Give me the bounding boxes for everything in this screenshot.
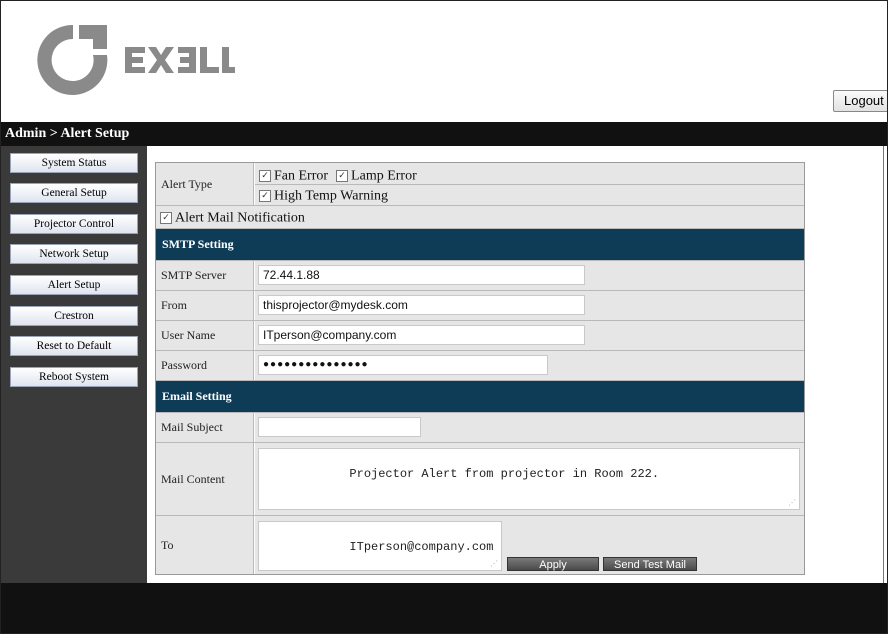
high-temp-warning-label: High Temp Warning: [274, 188, 389, 204]
from-cell: thisprojector@mydesk.com: [255, 291, 804, 320]
sidebar-item-network-setup[interactable]: Network Setup: [10, 244, 138, 264]
to-cell: ITperson@company.com ⋰ Apply Send Test M…: [255, 516, 804, 574]
mail-content-cell: Projector Alert from projector in Room 2…: [255, 443, 804, 515]
resize-grip-icon[interactable]: ⋰: [788, 498, 796, 507]
password-label: Password: [156, 351, 254, 380]
sidebar: System Status General Setup Projector Co…: [1, 146, 147, 583]
to-row: To ITperson@company.com ⋰ Apply Send Tes…: [156, 516, 804, 574]
sidebar-item-alert-setup[interactable]: Alert Setup: [10, 275, 138, 295]
alert-type-label: Alert Type: [156, 163, 254, 205]
alert-type-options: ✓ Fan Error ✓ Lamp Error ✓ High Temp Warnin…: [255, 163, 804, 205]
alert-mail-row: ✓ Alert Mail Notification: [156, 206, 804, 229]
from-input[interactable]: thisprojector@mydesk.com: [258, 295, 585, 315]
sidebar-item-system-status[interactable]: System Status: [10, 153, 138, 173]
user-name-row: User Name ITperson@company.com: [156, 321, 804, 351]
mail-subject-label: Mail Subject: [156, 413, 254, 442]
alert-type-divider: [255, 184, 804, 185]
to-text: ITperson@company.com: [349, 540, 494, 554]
sidebar-item-crestron[interactable]: Crestron: [10, 306, 138, 326]
mail-subject-row: Mail Subject: [156, 413, 804, 443]
user-name-cell: ITperson@company.com: [255, 321, 804, 350]
sidebar-item-projector-control[interactable]: Projector Control: [10, 214, 138, 234]
mail-subject-cell: [255, 413, 804, 442]
high-temp-warning-checkbox[interactable]: ✓: [259, 190, 271, 203]
smtp-section-title: SMTP Setting: [162, 237, 234, 251]
lamp-error-checkbox[interactable]: ✓: [336, 170, 349, 183]
title-bar: Admin > Alert Setup: [1, 122, 887, 146]
sidebar-item-reboot-system[interactable]: Reboot System: [10, 367, 138, 387]
send-test-mail-button[interactable]: Send Test Mail: [603, 557, 697, 571]
fan-error-checkbox[interactable]: ✓: [259, 170, 271, 183]
password-input[interactable]: ●●●●●●●●●●●●●●●: [258, 355, 548, 375]
password-cell: ●●●●●●●●●●●●●●●: [255, 351, 804, 380]
from-label: From: [156, 291, 254, 320]
smtp-server-row: SMTP Server 72.44.1.88: [156, 261, 804, 291]
sidebar-item-general-setup[interactable]: General Setup: [10, 183, 138, 203]
alert-setup-form: Alert Type ✓ Fan Error ✓ Lamp Error ✓ High …: [155, 162, 805, 575]
exell-logo-icon: [37, 24, 235, 95]
main-content: Alert Type ✓ Fan Error ✓ Lamp Error ✓ High …: [147, 146, 887, 583]
mail-content-label: Mail Content: [156, 443, 254, 515]
alert-type-row: Alert Type ✓ Fan Error ✓ Lamp Error ✓ High …: [156, 163, 804, 206]
alert-mail-option: ✓ Alert Mail Notification: [160, 209, 305, 227]
breadcrumb: Admin > Alert Setup: [5, 126, 130, 141]
to-textarea[interactable]: ITperson@company.com ⋰: [258, 521, 502, 571]
email-section-title: Email Setting: [162, 389, 232, 403]
content-edge: [883, 146, 884, 583]
alert-type-line-2: ✓ High Temp Warning: [259, 187, 388, 205]
footer-bar: [1, 583, 887, 633]
smtp-server-label: SMTP Server: [156, 261, 254, 290]
app-frame: Logout Admin > Alert Setup System Status…: [0, 0, 888, 634]
alert-mail-checkbox[interactable]: ✓: [160, 212, 172, 225]
alert-type-line-1: ✓ Fan Error ✓ Lamp Error: [259, 167, 417, 185]
smtp-section-header: SMTP Setting: [156, 229, 804, 261]
mail-subject-input[interactable]: [258, 417, 421, 437]
brand-logo: [35, 23, 235, 97]
fan-error-label: Fan Error: [274, 168, 329, 184]
header: Logout: [1, 1, 887, 122]
from-row: From thisprojector@mydesk.com: [156, 291, 804, 321]
user-name-label: User Name: [156, 321, 254, 350]
mail-content-text: Projector Alert from projector in Room 2…: [349, 467, 660, 481]
resize-grip-icon[interactable]: ⋰: [490, 559, 498, 568]
password-row: Password ●●●●●●●●●●●●●●●: [156, 351, 804, 381]
mail-content-textarea[interactable]: Projector Alert from projector in Room 2…: [258, 448, 800, 510]
user-name-input[interactable]: ITperson@company.com: [258, 325, 585, 345]
alert-mail-label: Alert Mail Notification: [175, 210, 305, 226]
sidebar-item-reset-to-default[interactable]: Reset to Default: [10, 336, 138, 356]
smtp-server-input[interactable]: 72.44.1.88: [258, 265, 585, 285]
lamp-error-label: Lamp Error: [351, 168, 417, 184]
to-label: To: [156, 516, 254, 574]
email-section-header: Email Setting: [156, 381, 804, 413]
mail-content-row: Mail Content Projector Alert from projec…: [156, 443, 804, 516]
smtp-server-cell: 72.44.1.88: [255, 261, 804, 290]
apply-button[interactable]: Apply: [507, 557, 599, 571]
logout-button[interactable]: Logout: [833, 90, 887, 112]
